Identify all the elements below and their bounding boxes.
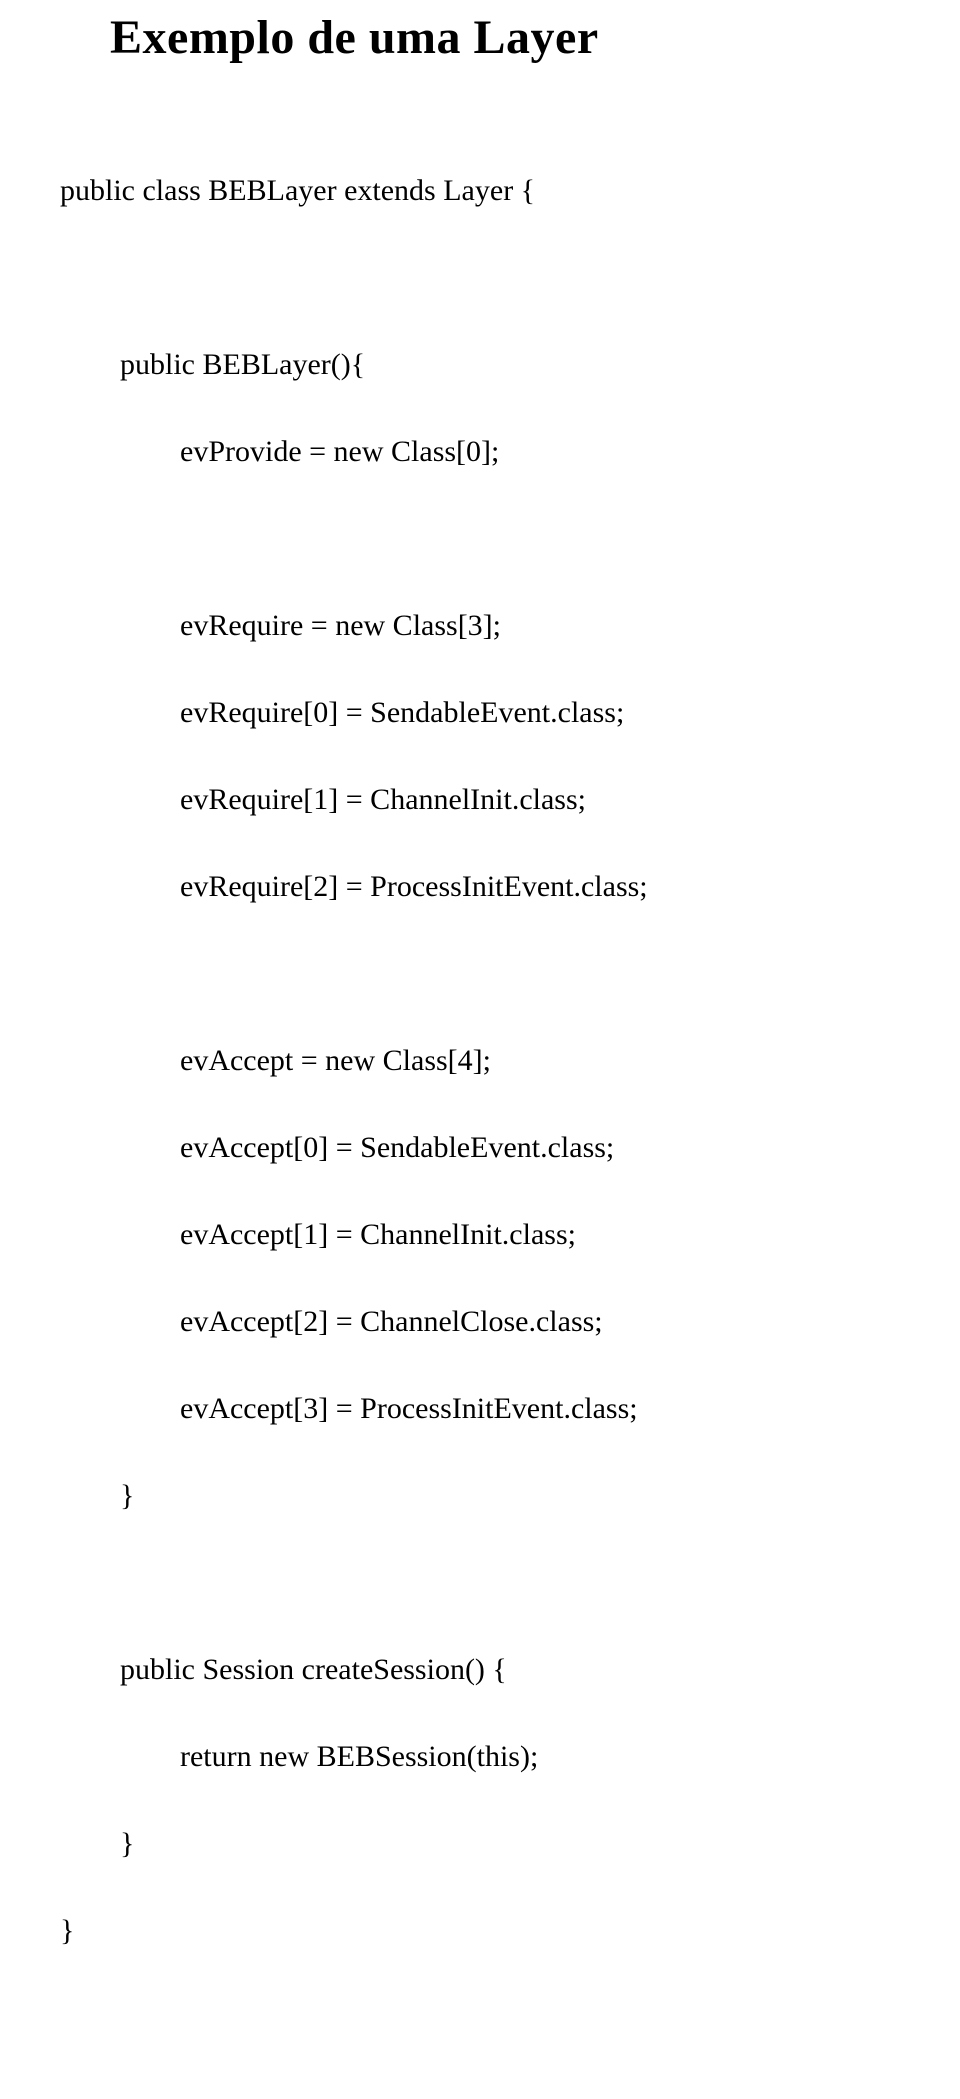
code-line: [60, 1561, 900, 1605]
code-line: evRequire[0] = SendableEvent.class;: [60, 691, 900, 735]
code-line: }: [60, 1822, 900, 1866]
code-line: evRequire[1] = ChannelInit.class;: [60, 778, 900, 822]
document-page: Exemplo de uma Layer public class BEBLay…: [0, 0, 960, 2099]
code-line: }: [60, 1909, 900, 1953]
code-line: evProvide = new Class[0];: [60, 430, 900, 474]
code-line: evAccept = new Class[4];: [60, 1039, 900, 1083]
code-line: public BEBLayer(){: [60, 343, 900, 387]
code-line: public class BEBLayer extends Layer {: [60, 169, 900, 213]
code-line: evRequire[2] = ProcessInitEvent.class;: [60, 865, 900, 909]
code-line: evRequire = new Class[3];: [60, 604, 900, 648]
code-line: }: [60, 1474, 900, 1518]
code-line: evAccept[3] = ProcessInitEvent.class;: [60, 1387, 900, 1431]
code-line: evAccept[1] = ChannelInit.class;: [60, 1213, 900, 1257]
code-line: [60, 952, 900, 996]
code-line: [60, 256, 900, 300]
code-line: evAccept[2] = ChannelClose.class;: [60, 1300, 900, 1344]
code-line: return new BEBSession(this);: [60, 1735, 900, 1779]
code-block: public class BEBLayer extends Layer { pu…: [60, 125, 900, 2039]
code-line: evAccept[0] = SendableEvent.class;: [60, 1126, 900, 1170]
code-line: [60, 517, 900, 561]
page-title: Exemplo de uma Layer: [110, 10, 900, 65]
code-line: public Session createSession() {: [60, 1648, 900, 1692]
